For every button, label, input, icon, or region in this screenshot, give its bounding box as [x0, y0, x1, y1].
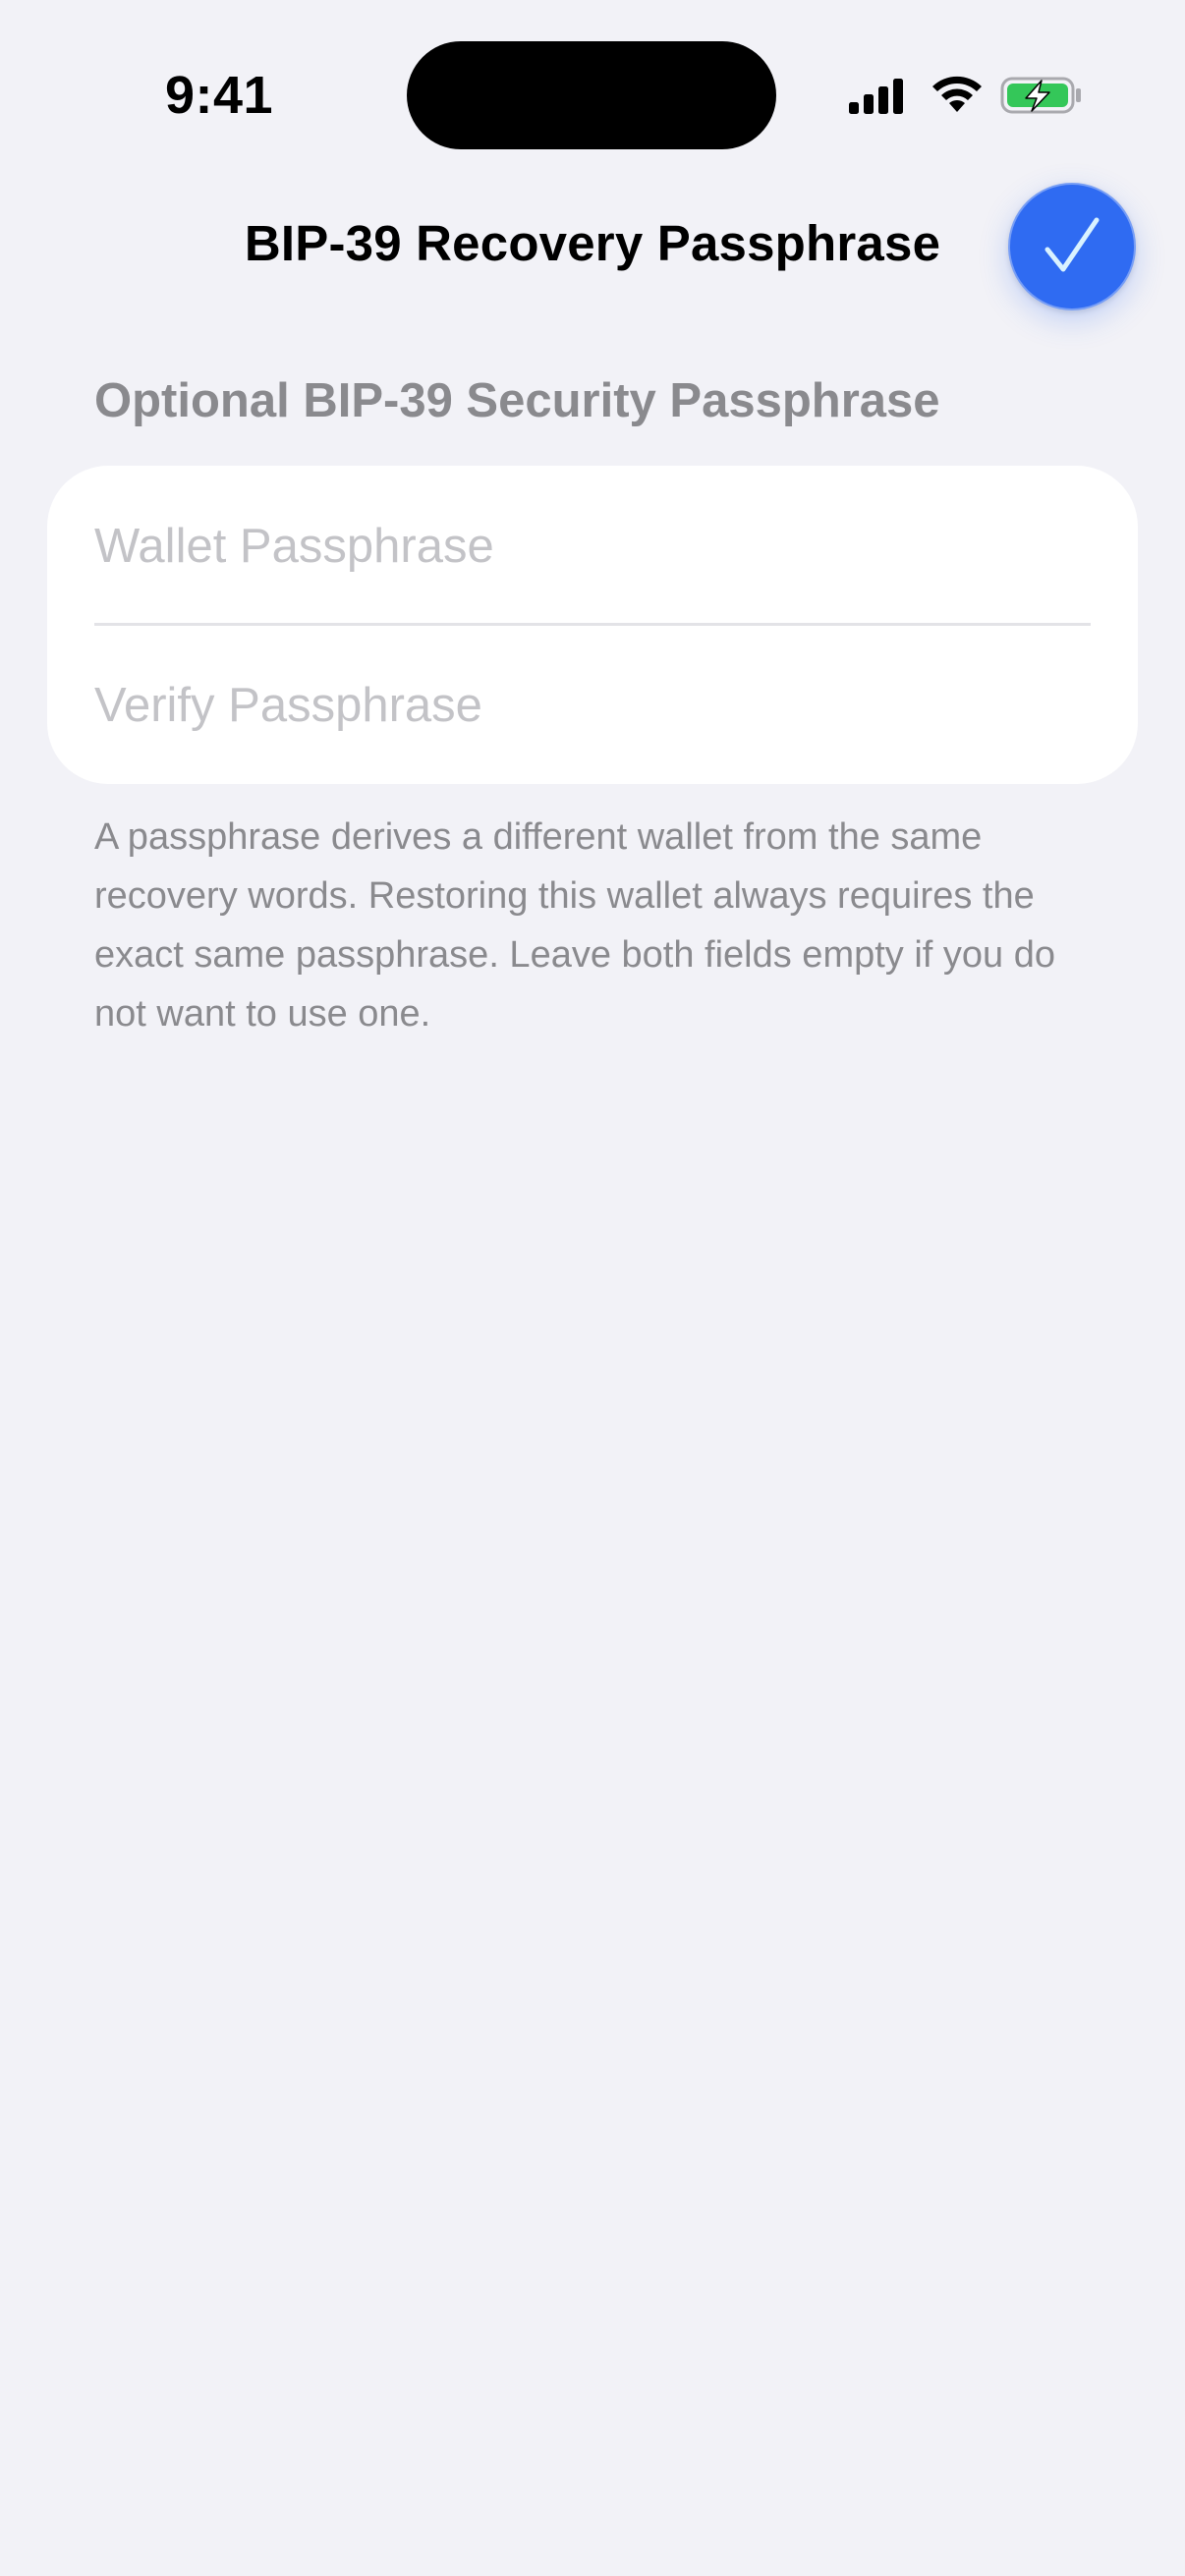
wifi-icon	[932, 76, 982, 112]
section-header: Optional BIP-39 Security Passphrase	[94, 374, 940, 427]
status-icons	[847, 73, 1083, 120]
verify-passphrase-field[interactable]	[94, 656, 1091, 755]
battery-charging-icon	[1000, 77, 1081, 114]
footer-description: A passphrase derives a different wallet …	[94, 816, 1055, 1035]
dynamic-island	[407, 41, 776, 149]
wallet-passphrase-field[interactable]	[94, 497, 1091, 595]
checkmark-icon	[1044, 217, 1100, 272]
cellular-signal-icon	[849, 79, 903, 114]
divider	[94, 623, 1091, 626]
status-time: 9:41	[165, 66, 274, 125]
done-button[interactable]	[1008, 183, 1136, 310]
